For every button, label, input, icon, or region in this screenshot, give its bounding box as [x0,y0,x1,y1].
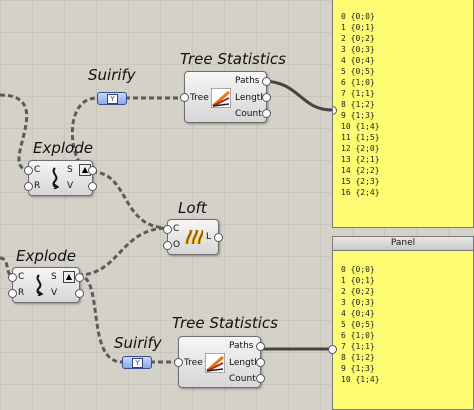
paths-output-label: Paths [235,76,260,86]
explode-top-component[interactable]: C R S V ▲ [24,160,97,196]
count-output-label: Count [229,374,256,384]
suirify-icon: Y [107,94,118,104]
panel-row: 11 {1;5} [341,133,380,142]
l-output-grip[interactable] [214,233,223,242]
panel-bottom-input-grip[interactable] [328,345,337,354]
panel-row: 7 {1;1} [341,342,375,351]
wire-canvas-to-explode-top [0,93,31,172]
c-input-label: C [34,165,41,175]
loft-title: Loft [178,199,207,217]
panel-top[interactable]: 0 {0;0} 1 {0;1} 2 {0;2} 3 {0;3} 4 {0;4} … [332,0,474,228]
s-output-grip[interactable] [88,166,97,175]
panel-top-rows: 0 {0;0} 1 {0;1} 2 {0;2} 3 {0;3} 4 {0;4} … [333,0,473,198]
panel-row: 2 {0;2} [341,287,375,296]
v-output-grip[interactable] [88,182,97,191]
v-output-grip[interactable] [75,289,84,298]
panel-row: 0 {0;0} [341,12,375,21]
c-input-grip[interactable] [163,225,172,234]
c-input-grip[interactable] [8,273,17,282]
panel-row: 3 {0;3} [341,45,375,54]
tree-stats-bottom-title: Tree Statistics [172,314,278,332]
panel-row: 12 {2;0} [341,144,380,153]
count-output-label: Count [235,109,262,119]
panel-row: 2 {0;2} [341,34,375,43]
panel-row: 5 {0;5} [341,67,375,76]
panel-row: 1 {0;1} [341,23,375,32]
c-input-grip[interactable] [24,166,33,175]
panel-row: 13 {2;1} [341,155,380,164]
panel-row: 6 {1;0} [341,331,375,340]
count-output-grip[interactable] [256,374,265,383]
wire-explode-bottom-to-loft [77,226,169,277]
panel-row: 10 {1;4} [341,122,380,131]
panel-row: 15 {2;3} [341,177,380,186]
loft-icon [185,229,203,245]
s-output-label: S [51,272,57,282]
tree-statistics-icon [211,88,231,108]
panel-row: 10 {1;4} [341,375,380,384]
panel-row: 5 {0;5} [341,320,375,329]
tree-statistics-icon [205,353,225,373]
explode-bottom-title: Explode [16,247,76,265]
panel-row: 6 {1;0} [341,78,375,87]
l-output-label: L [206,232,212,242]
suirify-top-title: Suirify [88,66,136,84]
tree-stats-top-title: Tree Statistics [180,50,286,68]
panel-row: 1 {0;1} [341,276,375,285]
explode-icon [36,274,44,296]
tree-input-grip[interactable] [174,358,183,367]
c-input-label: C [173,224,180,234]
panel-row: 7 {1;1} [341,89,375,98]
r-input-grip[interactable] [8,289,17,298]
r-input-label: R [18,288,25,298]
explode-top-title: Explode [33,139,93,157]
v-output-label: V [67,181,74,191]
o-input-grip[interactable] [163,241,172,250]
panel-header[interactable]: Panel [333,237,473,251]
paths-output-grip[interactable] [262,77,271,86]
panel-bottom-rows: 0 {0;0} 1 {0;1} 2 {0;2} 3 {0;3} 4 {0;4} … [333,251,473,385]
r-input-grip[interactable] [24,182,33,191]
tree-stats-top-component[interactable]: Tree Paths Length Count [180,71,271,123]
panel-bottom[interactable]: Panel 0 {0;0} 1 {0;1} 2 {0;2} 3 {0;3} 4 … [332,236,474,410]
panel-row: 16 {2;4} [341,188,380,197]
grasshopper-canvas[interactable]: Suirify Y Tree Statistics Tree Paths Len… [0,0,474,410]
paths-output-grip[interactable] [256,342,265,351]
count-output-grip[interactable] [262,109,271,118]
panel-row: 14 {2;2} [341,166,380,175]
panel-row: 8 {1;2} [341,353,375,362]
explode-icon [52,167,60,189]
loft-component[interactable]: C O L [163,219,223,255]
tree-input-label: Tree [190,93,209,103]
wire-tree-stats-top-to-panel [261,79,333,112]
s-output-grip[interactable] [75,273,84,282]
tree-input-label: Tree [184,358,203,368]
panel-row: 0 {0;0} [341,265,375,274]
suirify-bottom-param[interactable]: Y [122,356,152,369]
suirify-icon: Y [132,358,143,368]
c-input-label: C [18,272,25,282]
r-input-label: R [34,181,41,191]
tree-input-grip[interactable] [180,93,189,102]
suirify-top-param[interactable]: Y [97,92,127,105]
length-output-grip[interactable] [262,93,271,102]
wire-explode-top-to-loft [91,170,169,230]
tree-stats-bottom-component[interactable]: Tree Paths Length Count [174,336,265,388]
panel-row: 4 {0;4} [341,309,375,318]
panel-row: 4 {0;4} [341,56,375,65]
length-output-grip[interactable] [256,358,265,367]
paths-output-label: Paths [229,341,254,351]
suirify-bottom-title: Suirify [114,334,162,352]
s-output-label: S [67,165,73,175]
v-output-label: V [51,288,58,298]
panel-row: 8 {1;2} [341,100,375,109]
explode-bottom-component[interactable]: C R S V ▲ [8,267,84,303]
panel-row: 9 {1;3} [341,111,375,120]
panel-row: 3 {0;3} [341,298,375,307]
o-input-label: O [173,240,181,250]
up-arrow-icon[interactable]: ▲ [63,271,75,283]
panel-row: 9 {1;3} [341,364,375,373]
